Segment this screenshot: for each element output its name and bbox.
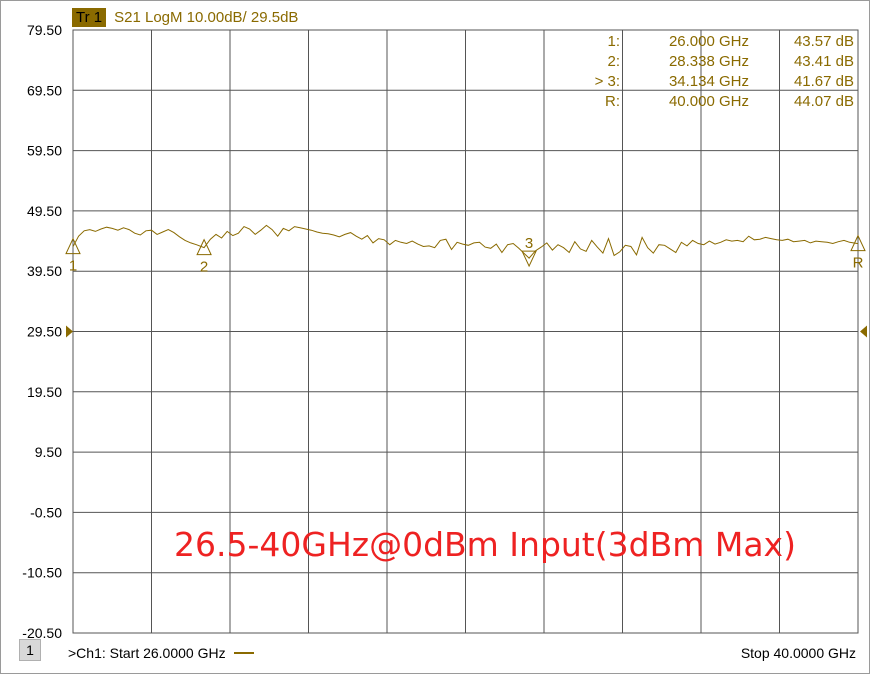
marker-table-label: 2:	[607, 53, 620, 70]
y-tick-label: 29.50	[27, 324, 62, 340]
channel-index-button[interactable]: 1	[19, 639, 41, 661]
trace-swatch	[233, 652, 254, 654]
marker-r-label: R	[853, 255, 864, 272]
marker-table-label: > 3:	[595, 73, 620, 90]
marker-table-frequency: 40.000 GHz	[669, 93, 749, 110]
y-tick-label: 79.50	[27, 22, 62, 38]
reference-arrow-right	[860, 325, 867, 338]
y-tick-label: 49.50	[27, 203, 62, 219]
marker-table-label: R:	[605, 93, 620, 110]
marker-2-label: 2	[200, 259, 208, 276]
marker-table-value: 41.67 dB	[794, 73, 854, 90]
start-frequency[interactable]: >Ch1: Start 26.0000 GHz	[68, 645, 254, 661]
marker-table-value: 43.57 dB	[794, 33, 854, 50]
reference-arrow-left	[66, 325, 73, 338]
y-tick-label: 59.50	[27, 143, 62, 159]
marker-table-frequency: 26.000 GHz	[669, 33, 749, 50]
y-tick-label: 9.50	[35, 444, 62, 460]
marker-table-frequency: 28.338 GHz	[669, 53, 749, 70]
marker-table: 1: 26.000 GHz 43.57 dB 2: 28.338 GHz 43.41 dB…	[595, 33, 854, 110]
annotation-text: 26.5-40GHz@0dBm Input(3dBm Max)	[174, 525, 796, 564]
marker-1-label: 1	[69, 258, 77, 275]
marker-table-frequency: 34.134 GHz	[669, 73, 749, 90]
marker-3-label: 3	[525, 235, 533, 252]
y-tick-label: 19.50	[27, 384, 62, 400]
marker-table-value: 43.41 dB	[794, 53, 854, 70]
y-tick-label: 39.50	[27, 263, 62, 279]
plot-area[interactable]: 79.50 69.50 59.50 49.50 39.50 29.50 19.50 9.50 -…	[0, 0, 870, 674]
marker-table-label: 1:	[607, 33, 620, 50]
y-tick-label: -10.50	[22, 565, 62, 581]
stop-frequency[interactable]: Stop 40.0000 GHz	[741, 645, 856, 661]
y-tick-label: 69.50	[27, 82, 62, 98]
start-frequency-label: >Ch1: Start 26.0000 GHz	[68, 645, 226, 661]
marker-table-value: 44.07 dB	[794, 93, 854, 110]
y-axis-labels: 79.50 69.50 59.50 49.50 39.50 29.50 19.50 9.50 -…	[22, 22, 62, 641]
y-tick-label: -0.50	[30, 504, 62, 520]
